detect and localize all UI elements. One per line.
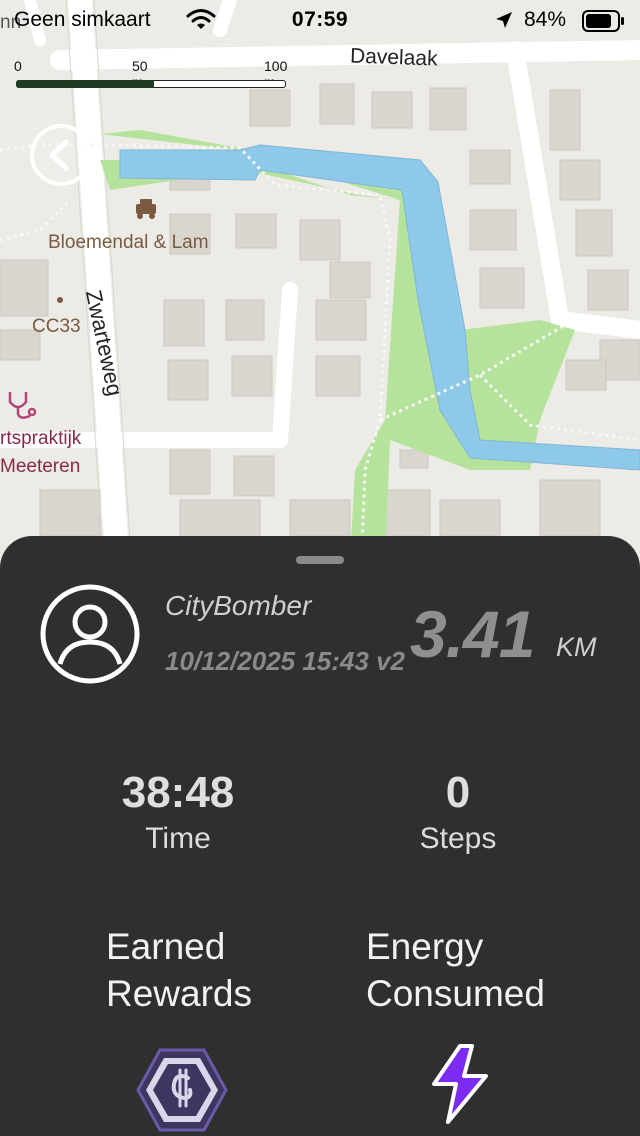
user-avatar-icon[interactable] [40,584,140,684]
sheet-drag-handle[interactable] [296,556,344,564]
back-button[interactable] [30,124,92,186]
map-label-praktijk-1: rtspraktijk [0,428,82,449]
steps-value: 0 [445,768,471,817]
rewards-title-line1: Earned [106,926,226,967]
chevron-left-icon [49,139,69,171]
energy-title-line2: Consumed [366,973,545,1014]
stat-steps: 0 Steps [348,768,568,856]
scale-bar-fill [16,80,154,88]
username: CityBomber [165,590,312,621]
activity-datetime: 10/12/2025 15:43 v2 [165,646,405,676]
map-label-bloemendal: Bloemendal & Lam [48,232,209,253]
map-label-cc33: CC33 [32,316,81,337]
energy-bolt-icon[interactable] [426,1044,496,1124]
time-value: 38:48 [121,768,235,817]
distance-unit: KM [556,632,597,662]
stat-time: 38:48 Time [68,768,288,856]
energy-consumed-title: Energy Consumed [366,923,545,1017]
activity-sheet: CityBomber 10/12/2025 15:43 v2 3.41 KM 3… [0,536,640,1136]
battery-percent: 84% [524,8,567,31]
map-label-davelaak: Davelaak [349,44,438,71]
status-bar: Geen simkaart 07:59 84% [0,0,640,40]
scale-tick-0: 0 [14,58,22,74]
distance-value: 3.41 [410,597,535,671]
steps-label: Steps [419,822,497,855]
map-label-praktijk-2: Meeteren [0,456,81,477]
rewards-title-line2: Rewards [106,973,252,1014]
battery-icon [582,10,624,32]
location-arrow-icon [496,12,512,28]
energy-title-line1: Energy [366,926,484,967]
time-label: Time [145,822,211,855]
earned-rewards-title: Earned Rewards [106,923,252,1017]
reward-coin-icon[interactable] [136,1044,228,1136]
